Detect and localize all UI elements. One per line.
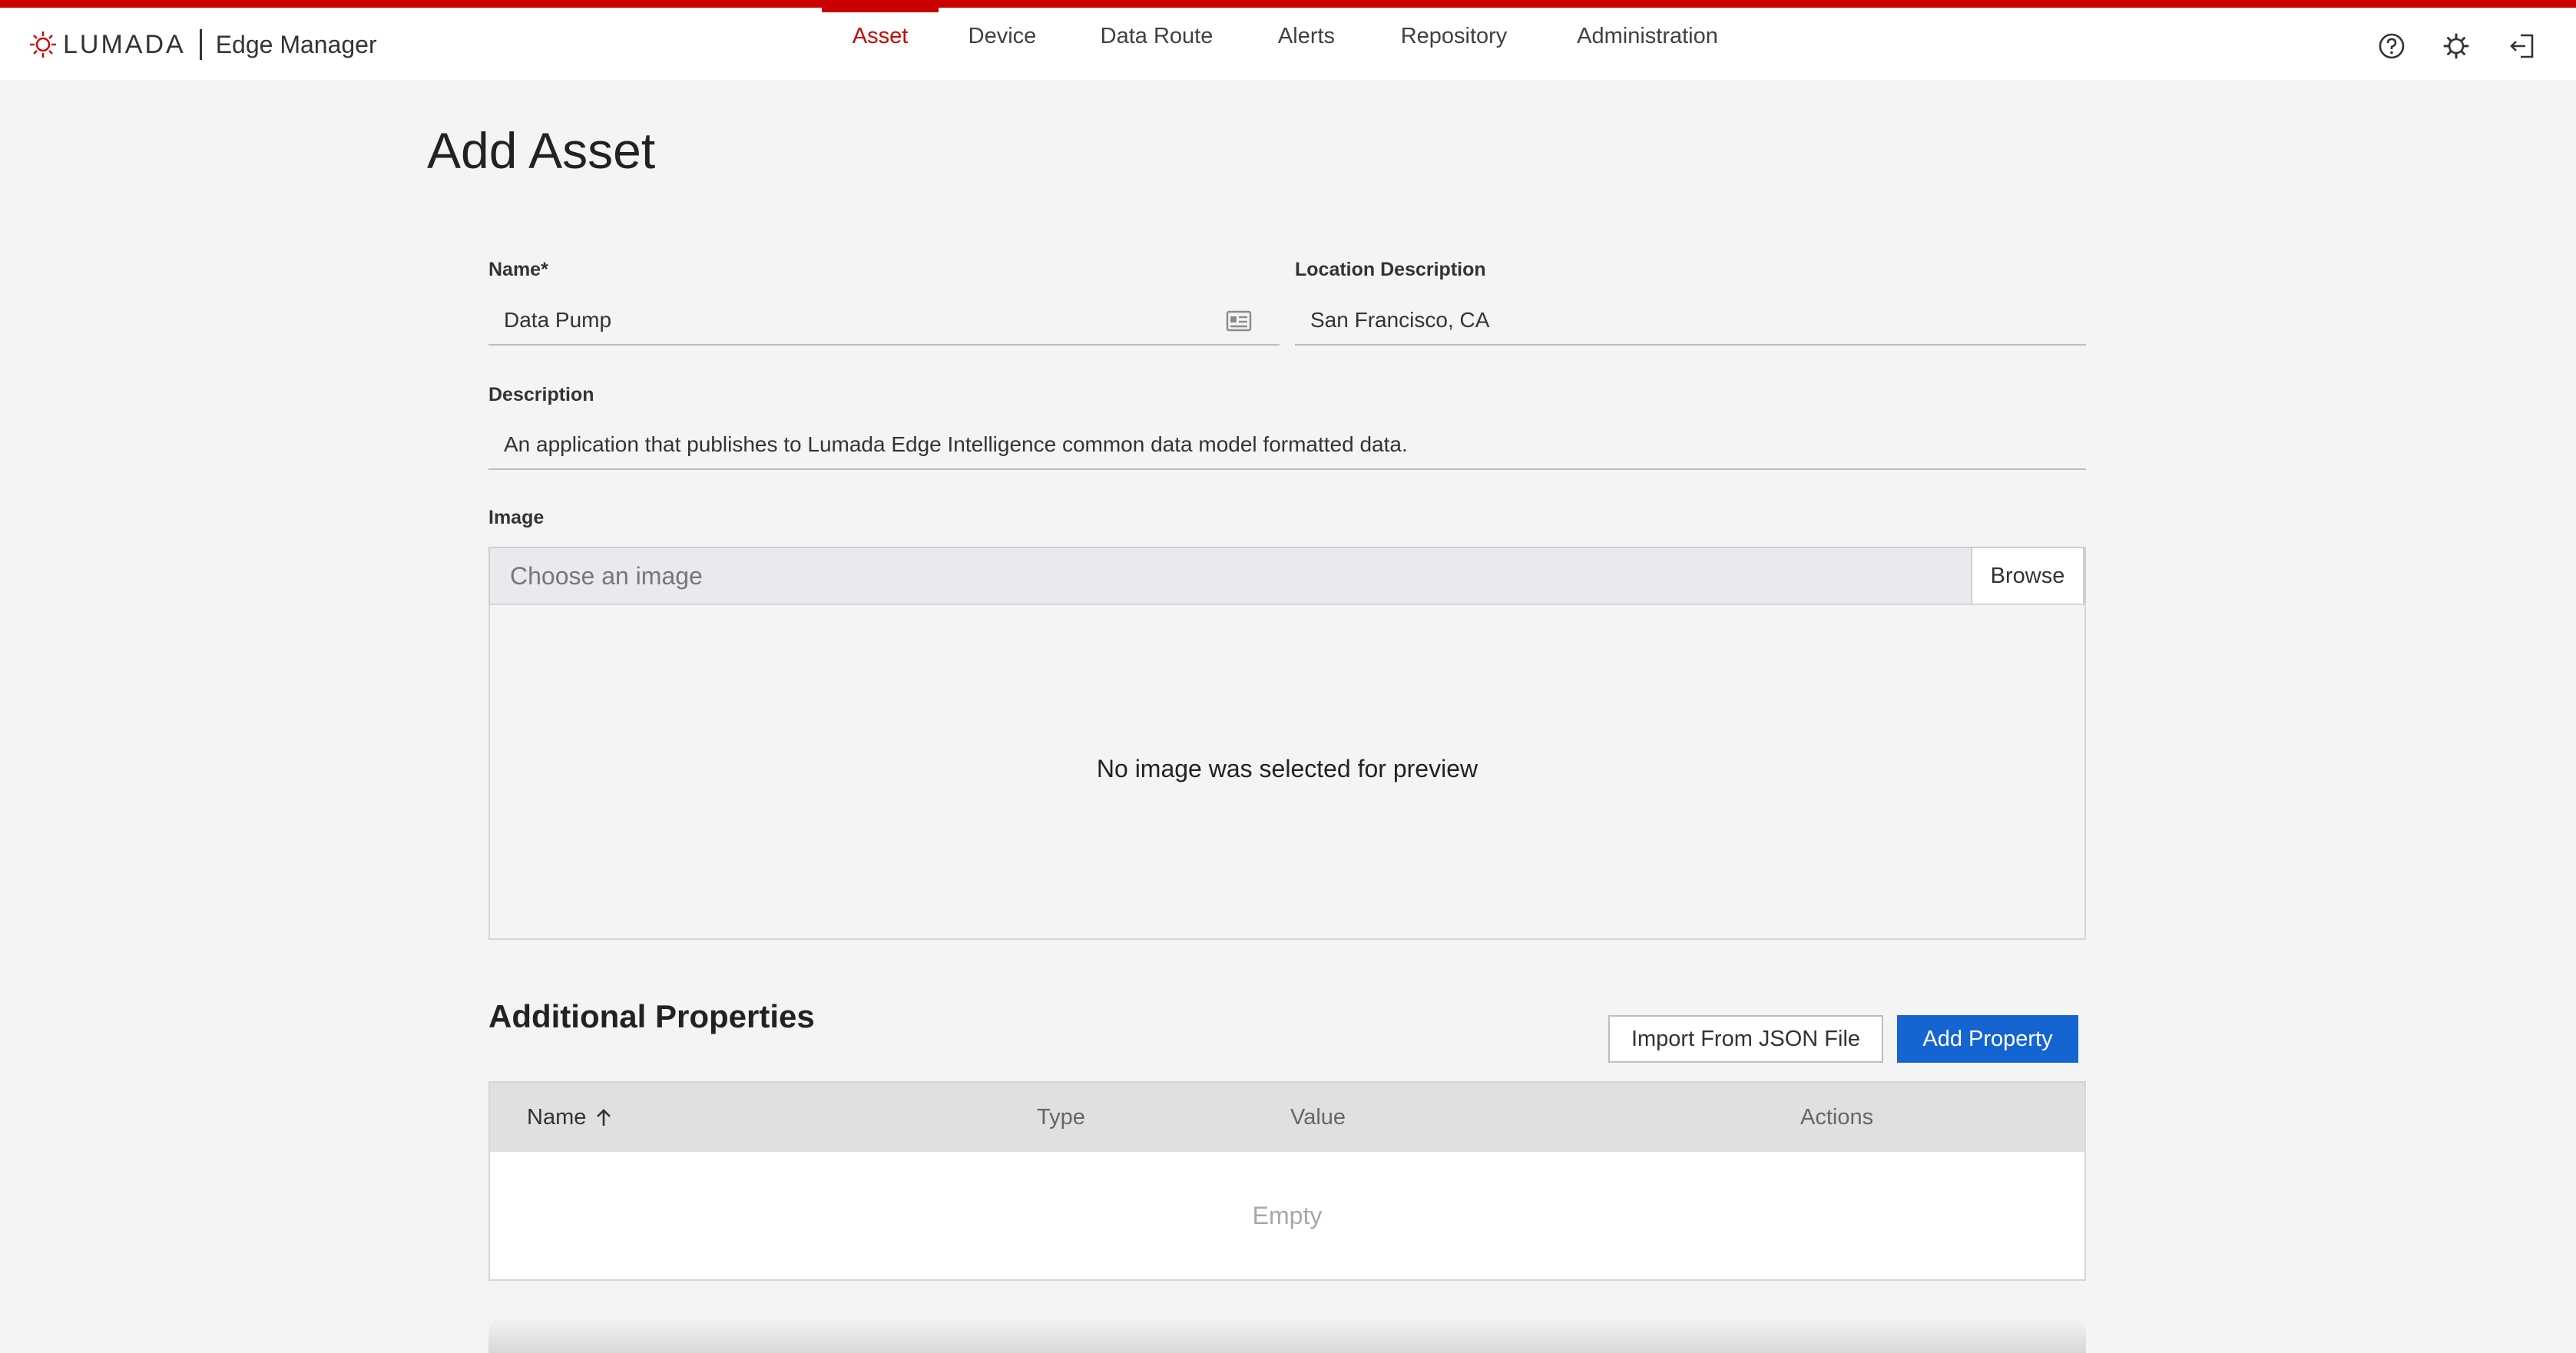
logout-button[interactable]	[2507, 31, 2538, 61]
image-file-input[interactable]: Choose an image Browse	[488, 547, 2086, 605]
app-name: Edge Manager	[215, 30, 377, 58]
help-button[interactable]	[2376, 31, 2407, 61]
nav-tab-label: Repository	[1400, 23, 1508, 48]
nav-tab-alerts[interactable]: Alerts	[1264, 8, 1349, 80]
nav-tab-label: Alerts	[1277, 23, 1336, 48]
nav-tab-asset[interactable]: Asset	[822, 8, 939, 80]
nav-tab-data-route[interactable]: Data Route	[1091, 8, 1223, 80]
name-field[interactable]: Data Pump	[488, 296, 1280, 346]
app-header: LUMADA Edge Manager Asset Device Data Ro…	[0, 8, 2576, 80]
import-json-button[interactable]: Import From JSON File	[1608, 1015, 1883, 1063]
name-label: Name*	[488, 259, 548, 280]
nav-tab-label: Data Route	[1100, 23, 1214, 48]
properties-table: Name Type Value Actions Empty	[488, 1081, 2086, 1281]
column-header-label: Actions	[1800, 1104, 1874, 1130]
brand-name: LUMADA	[63, 29, 186, 59]
nav-tab-label: Asset	[852, 23, 909, 48]
location-value: San Francisco, CA	[1310, 308, 1490, 332]
settings-button[interactable]	[2441, 31, 2472, 61]
nav-tab-administration[interactable]: Administration	[1562, 8, 1733, 80]
logout-icon	[2510, 34, 2534, 58]
nav-tab-repository[interactable]: Repository	[1390, 8, 1518, 80]
column-header-label: Name	[527, 1104, 587, 1130]
image-placeholder: Choose an image	[510, 561, 703, 590]
location-label: Location Description	[1295, 259, 1486, 280]
nav-tab-device[interactable]: Device	[955, 8, 1049, 80]
column-header-name[interactable]: Name	[527, 1083, 612, 1152]
page-title: Add Asset	[427, 122, 656, 179]
image-preview: No image was selected for preview	[488, 604, 2086, 940]
image-preview-text: No image was selected for preview	[1096, 754, 1478, 782]
top-accent-bar	[0, 0, 2576, 8]
footer-shadow	[488, 1318, 2086, 1353]
help-icon	[2379, 33, 2405, 59]
name-value: Data Pump	[504, 308, 612, 332]
lumada-logo-icon	[30, 31, 56, 58]
column-header-actions: Actions	[1800, 1083, 1873, 1152]
contact-card-icon[interactable]	[1226, 310, 1252, 332]
description-field[interactable]: An application that publishes to Lumada …	[488, 421, 2086, 470]
column-header-value[interactable]: Value	[1290, 1083, 1346, 1152]
image-label: Image	[488, 507, 545, 528]
browse-button[interactable]: Browse	[1971, 547, 2084, 605]
brand[interactable]: LUMADA Edge Manager	[28, 28, 377, 61]
brand-divider	[199, 29, 202, 60]
column-header-type[interactable]: Type	[1037, 1083, 1085, 1152]
column-header-label: Type	[1037, 1104, 1085, 1130]
description-label: Description	[488, 384, 594, 405]
settings-icon	[2443, 33, 2469, 59]
add-property-button[interactable]: Add Property	[1897, 1015, 2078, 1063]
nav-tab-label: Administration	[1577, 23, 1718, 48]
additional-properties-title: Additional Properties	[488, 998, 815, 1034]
table-empty-state: Empty	[1252, 1201, 1323, 1229]
sort-ascending-icon	[597, 1109, 611, 1126]
column-header-label: Value	[1290, 1104, 1346, 1130]
table-header: Name Type Value Actions	[490, 1083, 2084, 1152]
description-value: An application that publishes to Lumada …	[504, 432, 1408, 456]
location-field[interactable]: San Francisco, CA	[1295, 296, 2086, 346]
nav-tab-label: Device	[968, 23, 1037, 48]
